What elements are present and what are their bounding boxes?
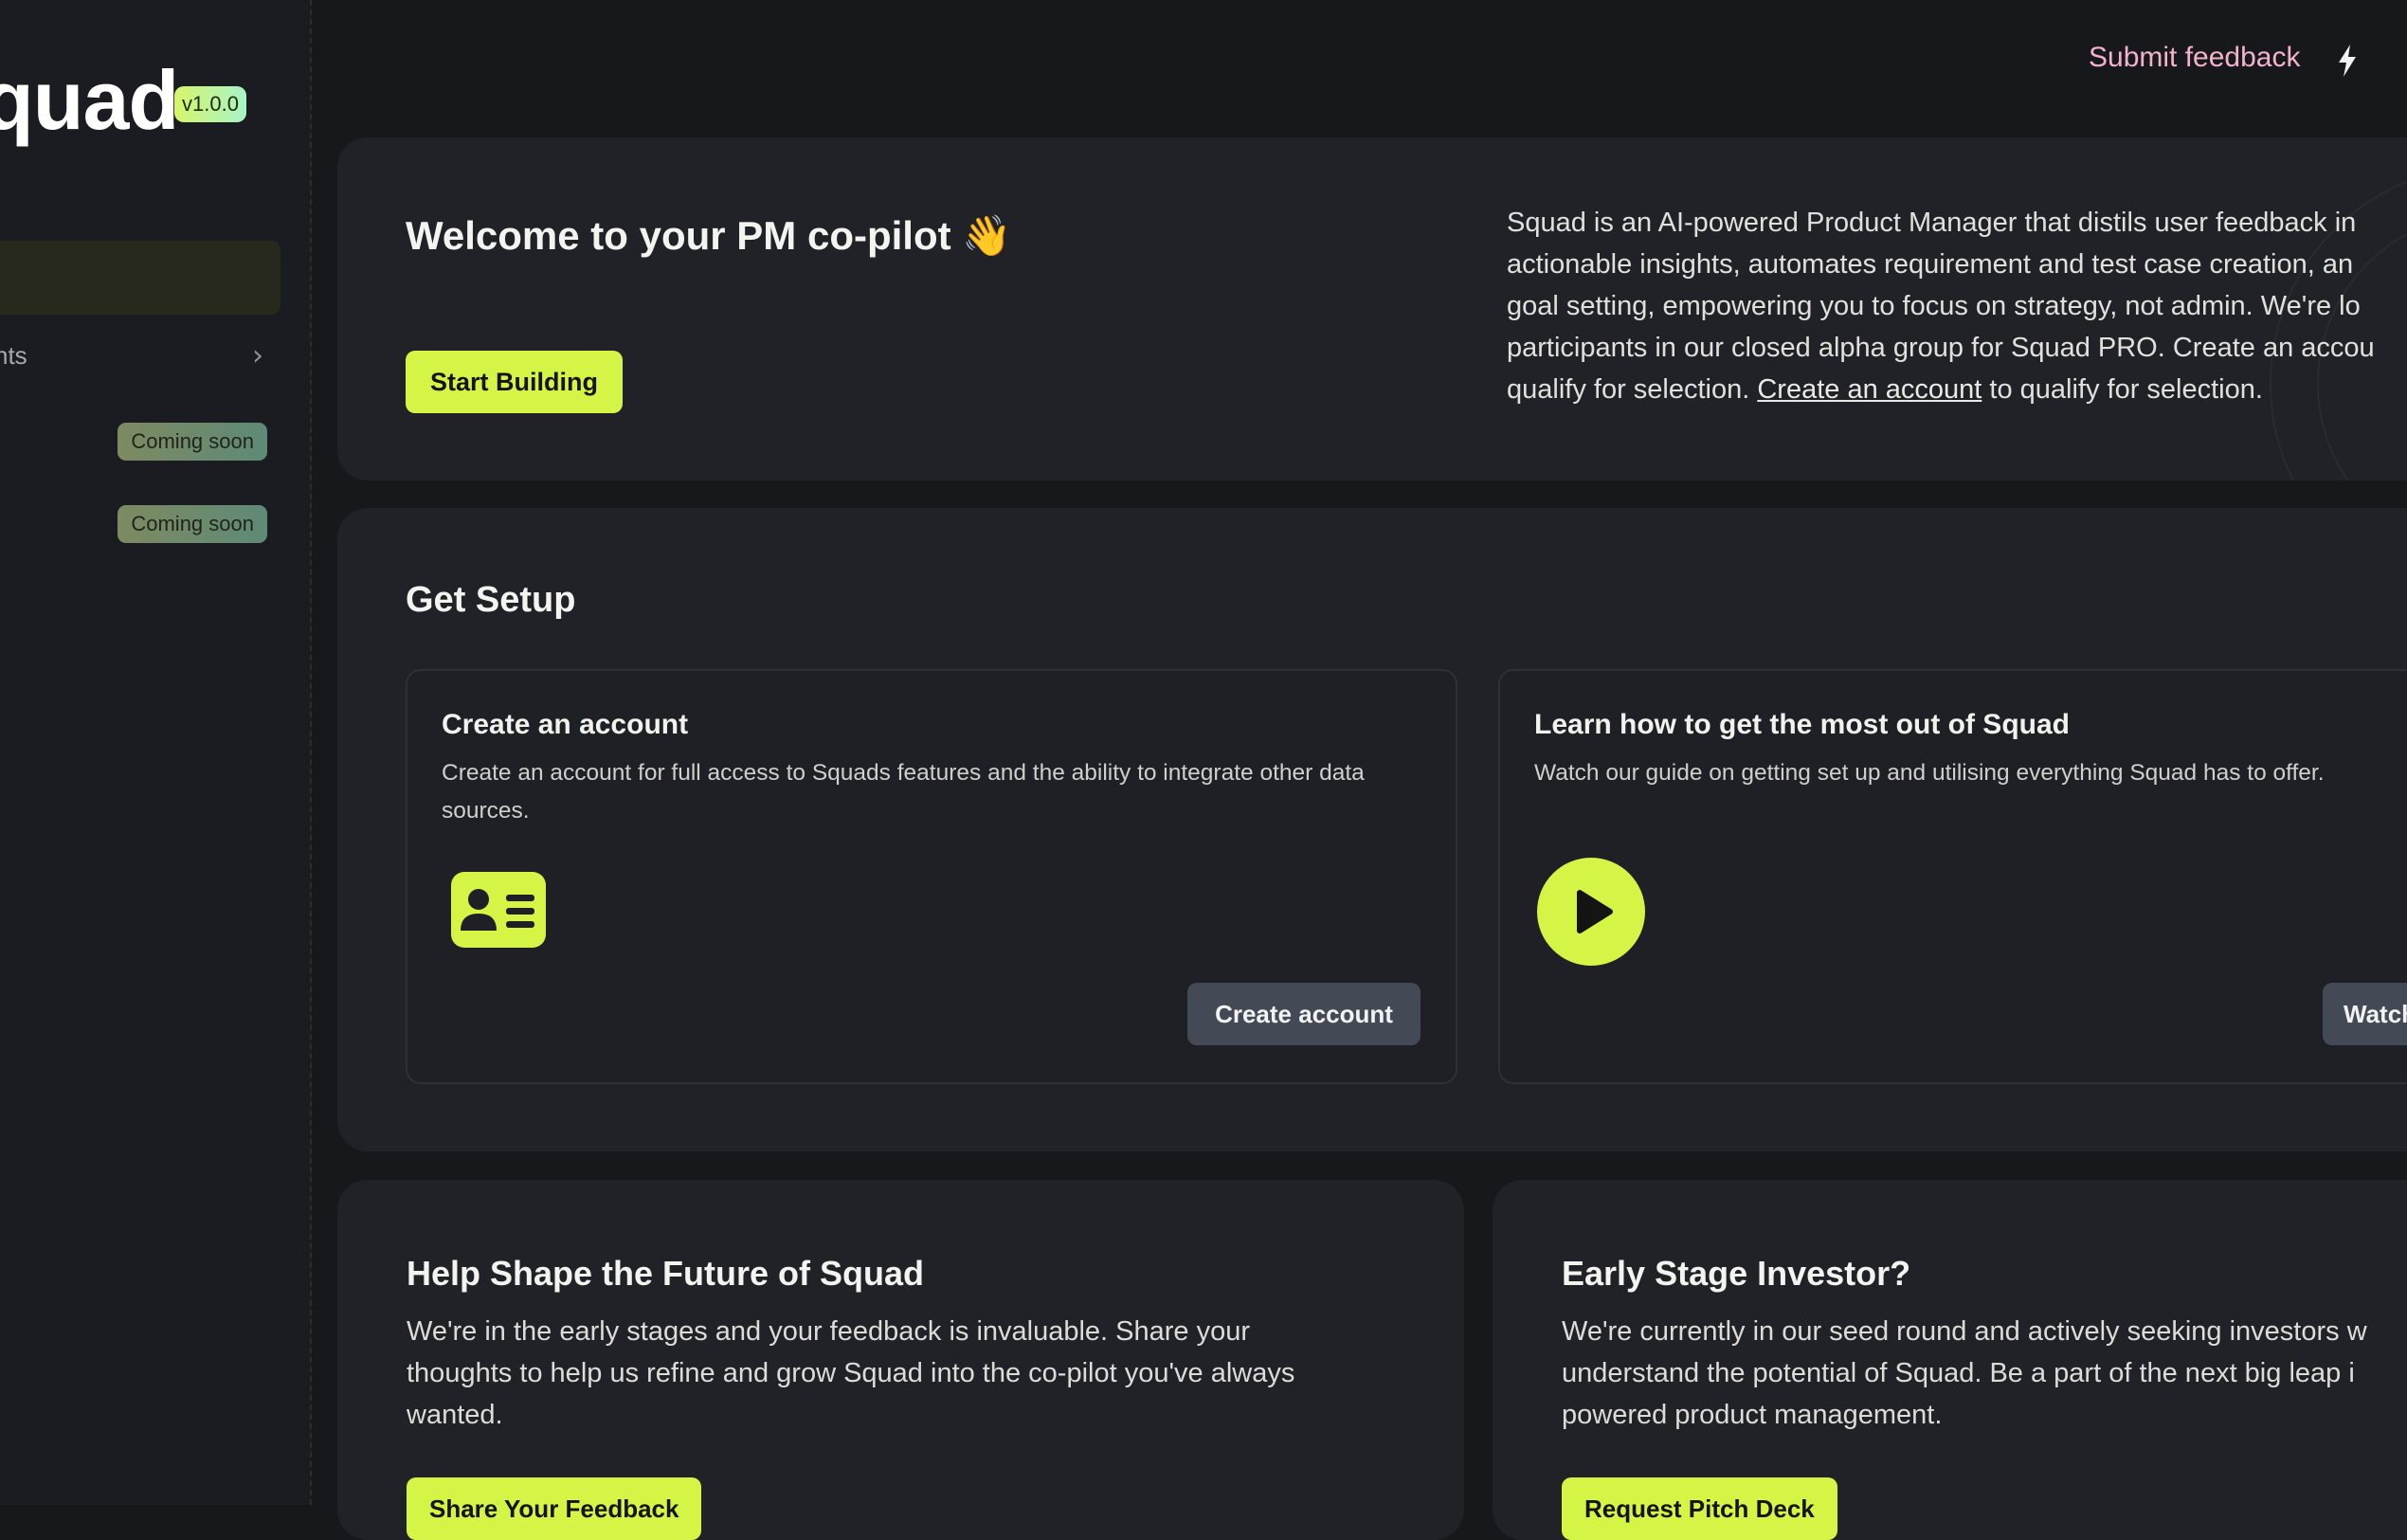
- create-account-link[interactable]: Create an account: [1757, 374, 1982, 405]
- welcome-text-line: goal setting, empowering you to focus on…: [1507, 291, 2361, 321]
- welcome-card: Welcome to your PM co-pilot 👋 Start Buil…: [337, 137, 2407, 480]
- create-account-button[interactable]: Create account: [1187, 983, 1421, 1045]
- id-card-icon: [451, 872, 546, 948]
- welcome-title: Welcome to your PM co-pilot 👋: [406, 213, 1012, 258]
- investor-card: Early Stage Investor? We're currently in…: [1493, 1180, 2407, 1540]
- investor-title: Early Stage Investor?: [1562, 1254, 1911, 1293]
- sidebar-item-active[interactable]: [0, 241, 281, 315]
- lightning-bolt-icon[interactable]: [2336, 44, 2359, 78]
- help-shape-card: Help Shape the Future of Squad We're in …: [337, 1180, 1464, 1540]
- welcome-text-line-last: qualify for selection. Create an account…: [1507, 369, 2407, 410]
- create-account-description: Create an account for full access to Squ…: [442, 760, 1365, 824]
- help-description: We're in the early stages and your feedb…: [407, 1311, 1294, 1436]
- coming-soon-badge: Coming soon: [118, 423, 267, 461]
- investor-description: We're currently in our seed round and ac…: [1562, 1311, 2367, 1436]
- welcome-text-line: participants in our closed alpha group f…: [1507, 333, 2375, 363]
- request-pitch-deck-button[interactable]: Request Pitch Deck: [1562, 1477, 1837, 1540]
- watch-guide-button[interactable]: Watch: [2323, 983, 2407, 1045]
- version-badge: v1.0.0: [174, 86, 246, 122]
- get-setup-card: Get Setup Create an account Create an ac…: [337, 508, 2407, 1151]
- guide-description: Watch our guide on getting set up and ut…: [1534, 760, 2325, 786]
- guide-card: Learn how to get the most out of Squad W…: [1498, 669, 2407, 1084]
- coming-soon-badge: Coming soon: [118, 505, 267, 543]
- guide-title: Learn how to get the most out of Squad: [1534, 709, 2070, 740]
- share-feedback-button[interactable]: Share Your Feedback: [407, 1477, 702, 1540]
- investor-text-line: We're currently in our seed round and ac…: [1562, 1316, 2367, 1347]
- sidebar-item-expandable[interactable]: nts ›: [0, 337, 281, 375]
- help-text-line: thoughts to help us refine and grow Squa…: [407, 1358, 1295, 1388]
- investor-text-line: understand the potential of Squad. Be a …: [1562, 1358, 2355, 1388]
- welcome-description: Squad is an AI-powered Product Manager t…: [1507, 202, 2407, 410]
- app-logo[interactable]: quad: [0, 59, 179, 142]
- submit-feedback-link[interactable]: Submit feedback: [2089, 42, 2300, 74]
- help-title: Help Shape the Future of Squad: [407, 1254, 925, 1293]
- sidebar: quad v1.0.0 nts › Coming soon Coming soo…: [0, 0, 312, 1505]
- investor-text-line: powered product management.: [1562, 1400, 1943, 1430]
- sidebar-item-label: nts: [0, 341, 27, 370]
- sidebar-item-coming-soon-2: Coming soon: [0, 505, 281, 543]
- start-building-button[interactable]: Start Building: [406, 351, 623, 413]
- welcome-text-suffix: to qualify for selection.: [1982, 374, 2263, 405]
- help-text-line: We're in the early stages and your feedb…: [407, 1316, 1251, 1347]
- help-text-line: wanted.: [407, 1400, 503, 1430]
- welcome-text-prefix: qualify for selection.: [1507, 374, 1758, 405]
- welcome-text-line: Squad is an AI-powered Product Manager t…: [1507, 208, 2357, 238]
- setup-title: Get Setup: [406, 580, 576, 620]
- sidebar-item-coming-soon-1: Coming soon: [0, 423, 281, 461]
- play-icon[interactable]: [1536, 857, 1646, 967]
- welcome-text-line: actionable insights, automates requireme…: [1507, 249, 2354, 280]
- create-account-title: Create an account: [442, 709, 689, 740]
- header-overflow-icon[interactable]: ⋮: [2399, 44, 2407, 72]
- create-account-card: Create an account Create an account for …: [406, 669, 1457, 1084]
- chevron-right-icon: ›: [252, 339, 263, 372]
